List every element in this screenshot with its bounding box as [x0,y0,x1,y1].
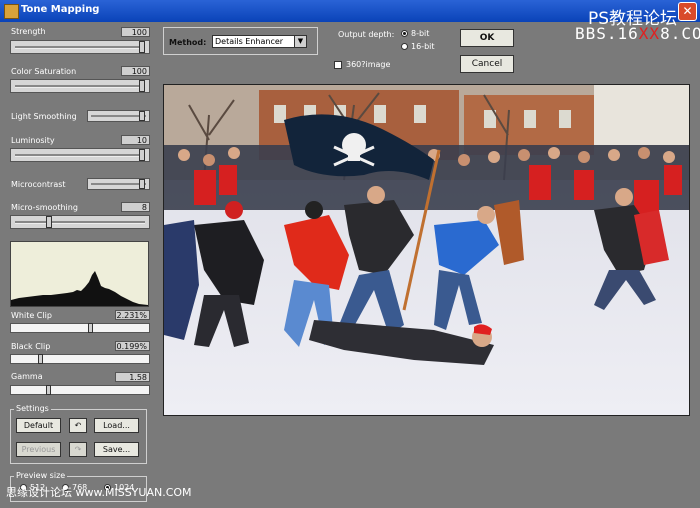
gamma-value[interactable]: 1.58 [115,372,150,382]
color-saturation-label: Color Saturation [11,67,77,76]
luminosity-thumb[interactable] [139,149,145,161]
depth-8bit-radio[interactable] [401,30,408,37]
preview-size-title: Preview size [14,471,68,480]
gamma-thumb[interactable] [45,385,51,395]
micro-smoothing-value[interactable]: 8 [121,202,150,212]
strength-slider[interactable] [10,40,150,54]
white-clip-value[interactable]: 2.231% [115,310,150,320]
micro-smoothing-label: Micro-smoothing [11,203,78,212]
luminosity-label: Luminosity [11,136,55,145]
color-saturation-value[interactable]: 100 [121,66,150,76]
image360-checkbox[interactable] [334,61,342,69]
black-clip-value[interactable]: 0.199% [115,341,150,351]
color-saturation-slider[interactable] [10,79,150,93]
white-clip-thumb[interactable] [88,323,94,333]
black-clip-thumb[interactable] [37,354,43,364]
microcontrast-thumb[interactable] [139,179,145,189]
save-button[interactable]: Save... [94,442,139,457]
default-button[interactable]: Default [16,418,61,433]
depth-16bit-label: 16-bit [411,42,435,51]
redo-icon: ↷ [74,445,82,454]
light-smoothing-label: Light Smoothing [11,112,77,121]
strength-thumb[interactable] [139,41,145,53]
previous-button[interactable]: Previous [16,442,61,457]
method-label: Method: [169,38,207,47]
strength-label: Strength [11,27,46,36]
load-button[interactable]: Load... [94,418,139,433]
cancel-button[interactable]: Cancel [460,55,514,73]
app-icon [4,4,19,19]
black-clip-slider[interactable] [10,354,150,364]
undo-icon: ↶ [74,421,82,430]
close-button[interactable]: ✕ [678,2,697,21]
preview-image [163,84,690,416]
micro-smoothing-thumb[interactable] [45,216,52,228]
strength-value[interactable]: 100 [121,27,150,37]
color-saturation-thumb[interactable] [139,80,145,92]
method-selected: Details Enhancer [215,37,284,46]
luminosity-value[interactable]: 10 [121,135,150,145]
micro-smoothing-slider[interactable] [10,215,150,229]
settings-title: Settings [14,404,51,413]
light-smoothing-thumb[interactable] [139,111,145,121]
window-title: Tone Mapping [21,4,100,15]
microcontrast-slider[interactable] [87,178,150,190]
light-smoothing-slider[interactable] [87,110,150,122]
gamma-slider[interactable] [10,385,150,395]
gamma-label: Gamma [11,372,43,381]
method-select[interactable]: Details Enhancer ▼ [212,35,307,48]
watermark-bottom: 思缘设计论坛 www.MISSYUAN.COM [6,486,192,499]
watermark-site: BBS.16XX8.COM [575,24,700,43]
histogram [10,241,149,307]
chevron-down-icon[interactable]: ▼ [294,36,306,47]
undo-button[interactable]: ↶ [69,418,87,433]
ok-button[interactable]: OK [460,29,514,47]
depth-16bit-radio[interactable] [401,43,408,50]
depth-8bit-label: 8-bit [411,29,430,38]
white-clip-label: White Clip [11,311,52,320]
white-clip-slider[interactable] [10,323,150,333]
black-clip-label: Black Clip [11,342,51,351]
redo-button[interactable]: ↷ [69,442,87,457]
output-depth-label: Output depth: [338,30,395,39]
image360-label: 360?image [346,60,391,69]
microcontrast-label: Microcontrast [11,180,66,189]
luminosity-slider[interactable] [10,148,150,162]
